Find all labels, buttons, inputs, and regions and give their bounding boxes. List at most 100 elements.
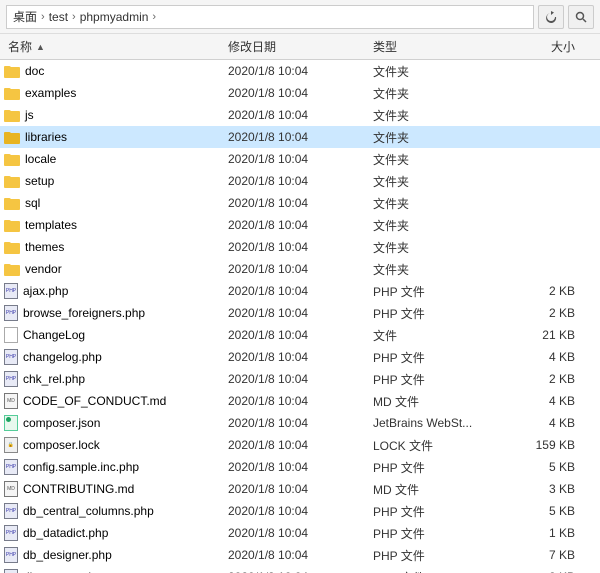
sort-arrow: ▲ — [36, 42, 45, 52]
file-name-text: examples — [25, 86, 76, 100]
file-name: PHP ajax.php — [4, 283, 224, 299]
file-size: 5 KB — [499, 460, 579, 474]
file-name-text: changelog.php — [23, 350, 102, 364]
file-date: 2020/1/8 10:04 — [224, 548, 369, 562]
table-row[interactable]: doc 2020/1/8 10:04 文件夹 — [0, 60, 600, 82]
file-date: 2020/1/8 10:04 — [224, 174, 369, 188]
generic-file-icon — [4, 327, 18, 343]
file-type: JetBrains WebSt... — [369, 416, 499, 430]
table-row[interactable]: PHP changelog.php 2020/1/8 10:04 PHP 文件 … — [0, 346, 600, 368]
table-row[interactable]: themes 2020/1/8 10:04 文件夹 — [0, 236, 600, 258]
file-name-text: vendor — [25, 262, 62, 276]
folder-icon — [4, 108, 20, 122]
file-date: 2020/1/8 10:04 — [224, 64, 369, 78]
table-row[interactable]: examples 2020/1/8 10:04 文件夹 — [0, 82, 600, 104]
file-date: 2020/1/8 10:04 — [224, 152, 369, 166]
table-row[interactable]: PHP db_events.php 2020/1/8 10:04 PHP 文件 … — [0, 566, 600, 573]
table-row[interactable]: MD CODE_OF_CONDUCT.md 2020/1/8 10:04 MD … — [0, 390, 600, 412]
file-name: doc — [4, 64, 224, 78]
col-header-size[interactable]: 大小 — [499, 38, 579, 55]
file-name-text: chk_rel.php — [23, 372, 85, 386]
file-date: 2020/1/8 10:04 — [224, 108, 369, 122]
file-name-text: CODE_OF_CONDUCT.md — [23, 394, 166, 408]
php-file-icon: PHP — [4, 349, 18, 365]
file-type: PHP 文件 — [369, 503, 499, 520]
file-type: PHP 文件 — [369, 305, 499, 322]
file-date: 2020/1/8 10:04 — [224, 504, 369, 518]
file-explorer-window: 桌面 › test › phpmyadmin › 名称 ▲ 修改日期 — [0, 0, 600, 573]
breadcrumb-desktop[interactable]: 桌面 — [13, 8, 37, 25]
file-name: PHP db_designer.php — [4, 547, 224, 563]
file-name-text: templates — [25, 218, 77, 232]
table-row[interactable]: 🔒 composer.lock 2020/1/8 10:04 LOCK 文件 1… — [0, 434, 600, 456]
php-file-icon: PHP — [4, 547, 18, 563]
file-date: 2020/1/8 10:04 — [224, 240, 369, 254]
file-type: PHP 文件 — [369, 349, 499, 366]
file-name-text: themes — [25, 240, 64, 254]
table-row[interactable]: templates 2020/1/8 10:04 文件夹 — [0, 214, 600, 236]
file-type: PHP 文件 — [369, 569, 499, 573]
folder-icon — [4, 218, 20, 232]
table-row[interactable]: PHP db_central_columns.php 2020/1/8 10:0… — [0, 500, 600, 522]
file-name: composer.json — [4, 415, 224, 431]
breadcrumb[interactable]: 桌面 › test › phpmyadmin › — [6, 5, 534, 29]
file-name: MD CONTRIBUTING.md — [4, 481, 224, 497]
search-button[interactable] — [568, 5, 594, 29]
search-icon — [575, 11, 587, 23]
file-date: 2020/1/8 10:04 — [224, 262, 369, 276]
file-type: PHP 文件 — [369, 283, 499, 300]
table-row[interactable]: PHP chk_rel.php 2020/1/8 10:04 PHP 文件 2 … — [0, 368, 600, 390]
col-header-date[interactable]: 修改日期 — [224, 38, 369, 55]
file-type: PHP 文件 — [369, 525, 499, 542]
file-size: 159 KB — [499, 438, 579, 452]
table-row[interactable]: sql 2020/1/8 10:04 文件夹 — [0, 192, 600, 214]
file-size: 4 KB — [499, 394, 579, 408]
table-row[interactable]: MD CONTRIBUTING.md 2020/1/8 10:04 MD 文件 … — [0, 478, 600, 500]
file-name-text: ajax.php — [23, 284, 68, 298]
file-size: 2 KB — [499, 372, 579, 386]
folder-icon — [4, 64, 20, 78]
col-header-type[interactable]: 类型 — [369, 38, 499, 55]
file-name: PHP config.sample.inc.php — [4, 459, 224, 475]
table-row[interactable]: setup 2020/1/8 10:04 文件夹 — [0, 170, 600, 192]
file-type: 文件 — [369, 327, 499, 344]
table-row[interactable]: ChangeLog 2020/1/8 10:04 文件 21 KB — [0, 324, 600, 346]
breadcrumb-test[interactable]: test — [49, 10, 68, 24]
file-type: 文件夹 — [369, 217, 499, 234]
php-file-icon: PHP — [4, 305, 18, 321]
table-row[interactable]: PHP browse_foreigners.php 2020/1/8 10:04… — [0, 302, 600, 324]
file-type: LOCK 文件 — [369, 437, 499, 454]
file-name: templates — [4, 218, 224, 232]
file-name-text: setup — [25, 174, 54, 188]
table-row[interactable]: PHP ajax.php 2020/1/8 10:04 PHP 文件 2 KB — [0, 280, 600, 302]
file-type: 文件夹 — [369, 107, 499, 124]
file-type: 文件夹 — [369, 129, 499, 146]
col-header-name[interactable]: 名称 ▲ — [4, 38, 224, 55]
table-row[interactable]: locale 2020/1/8 10:04 文件夹 — [0, 148, 600, 170]
file-name-text: locale — [25, 152, 56, 166]
file-list[interactable]: doc 2020/1/8 10:04 文件夹 examples 2020/1/8… — [0, 60, 600, 573]
md-file-icon: MD — [4, 481, 18, 497]
file-date: 2020/1/8 10:04 — [224, 306, 369, 320]
table-row[interactable]: PHP db_datadict.php 2020/1/8 10:04 PHP 文… — [0, 522, 600, 544]
file-size: 4 KB — [499, 416, 579, 430]
file-date: 2020/1/8 10:04 — [224, 130, 369, 144]
file-name: js — [4, 108, 224, 122]
table-row[interactable]: PHP db_designer.php 2020/1/8 10:04 PHP 文… — [0, 544, 600, 566]
file-name: themes — [4, 240, 224, 254]
breadcrumb-phpmyadmin[interactable]: phpmyadmin — [80, 10, 149, 24]
file-type: PHP 文件 — [369, 459, 499, 476]
column-headers: 名称 ▲ 修改日期 类型 大小 — [0, 34, 600, 60]
refresh-button[interactable] — [538, 5, 564, 29]
file-name-text: composer.lock — [23, 438, 100, 452]
table-row[interactable]: composer.json 2020/1/8 10:04 JetBrains W… — [0, 412, 600, 434]
sep-2: › — [72, 11, 76, 23]
table-row[interactable]: js 2020/1/8 10:04 文件夹 — [0, 104, 600, 126]
table-row[interactable]: PHP config.sample.inc.php 2020/1/8 10:04… — [0, 456, 600, 478]
table-row[interactable]: vendor 2020/1/8 10:04 文件夹 — [0, 258, 600, 280]
file-date: 2020/1/8 10:04 — [224, 328, 369, 342]
file-name: PHP db_datadict.php — [4, 525, 224, 541]
file-size: 4 KB — [499, 350, 579, 364]
table-row[interactable]: libraries 2020/1/8 10:04 文件夹 — [0, 126, 600, 148]
file-date: 2020/1/8 10:04 — [224, 482, 369, 496]
